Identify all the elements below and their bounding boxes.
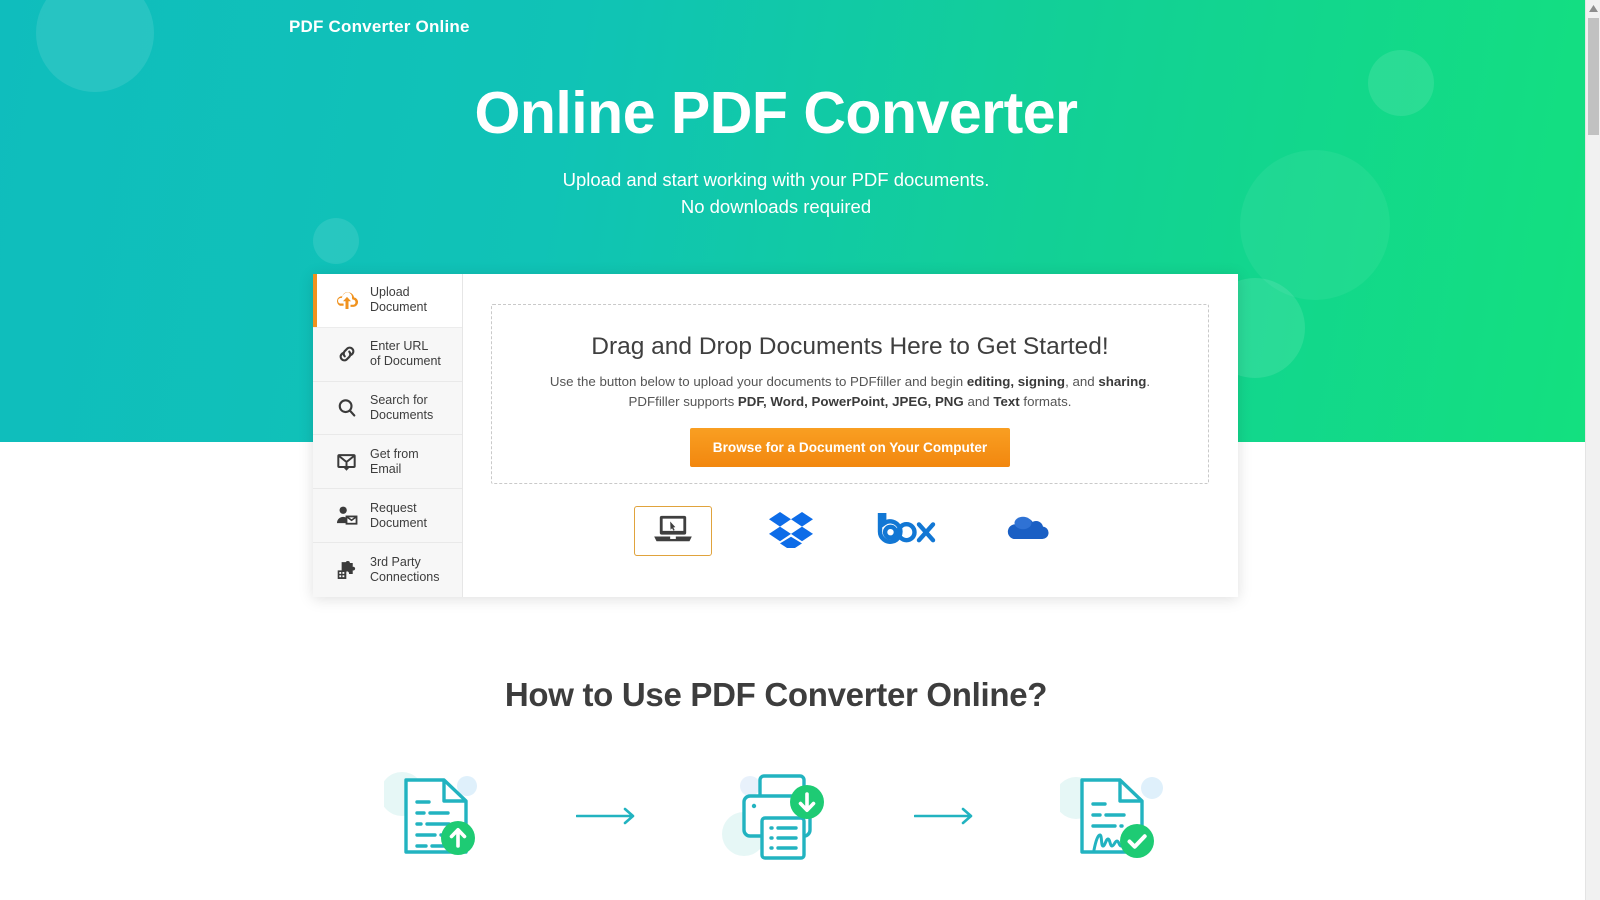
envelope-download-icon xyxy=(333,448,360,475)
step-icon-signed-document xyxy=(1055,762,1168,870)
howto-steps xyxy=(0,762,1552,870)
upload-content: Drag and Drop Documents Here to Get Star… xyxy=(463,274,1238,597)
upload-card: Upload Document Enter URL of Document Se… xyxy=(313,274,1238,597)
sidebar-item-label-line-1: Get from xyxy=(370,446,419,461)
step-arrow-1 xyxy=(570,801,644,831)
desc-1b: editing, signing xyxy=(966,374,1066,389)
drag-drop-zone[interactable]: Drag and Drop Documents Here to Get Star… xyxy=(491,304,1209,484)
cloud-upload-icon xyxy=(333,287,360,314)
laptop-icon xyxy=(652,513,694,550)
box-icon xyxy=(877,511,941,550)
desc-2d: Text xyxy=(993,394,1020,409)
sidebar-item-label-line-1: 3rd Party xyxy=(370,554,421,569)
service-onedrive[interactable] xyxy=(988,506,1066,556)
sidebar-item-label: 3rd Party Connections xyxy=(370,555,440,585)
desc-1c: , and xyxy=(1065,374,1099,389)
scrollbar-thumb[interactable] xyxy=(1588,18,1599,135)
person-envelope-icon xyxy=(333,502,360,529)
sidebar-item-label-line-1: Request xyxy=(370,500,417,515)
puzzle-piece-icon xyxy=(333,556,360,583)
sidebar-item-3rd-party-connections[interactable]: 3rd Party Connections xyxy=(313,543,462,597)
sidebar-item-label: Enter URL of Document xyxy=(370,339,441,369)
upload-source-sidebar: Upload Document Enter URL of Document Se… xyxy=(313,274,463,597)
browser-viewport: PDF Converter Online Online PDF Converte… xyxy=(0,0,1585,900)
step-arrow-2 xyxy=(908,801,982,831)
browser-scrollbar[interactable] xyxy=(1585,0,1600,900)
desc-1a: Use the button below to upload your docu… xyxy=(549,374,967,389)
step-icon-print-download xyxy=(722,762,830,870)
browse-document-button[interactable]: Browse for a Document on Your Computer xyxy=(690,428,1010,467)
sidebar-item-label-line-2: of Document xyxy=(370,354,441,369)
onedrive-icon xyxy=(1001,513,1053,550)
desc-2e: formats. xyxy=(1019,394,1072,409)
desc-1d: sharing xyxy=(1098,374,1147,389)
brand-title: PDF Converter Online xyxy=(289,17,470,36)
sidebar-item-label-line-2: Email xyxy=(370,461,402,476)
sidebar-item-label: Get from Email xyxy=(370,447,419,477)
decorative-circle xyxy=(313,218,359,264)
sidebar-item-request-document[interactable]: Request Document xyxy=(313,489,462,543)
desc-2c: and xyxy=(963,394,994,409)
upload-service-list xyxy=(491,506,1209,556)
hero-subtitle-line-2: No downloads required xyxy=(680,196,872,217)
desc-2a: PDFfiller supports xyxy=(628,394,738,409)
dropbox-icon xyxy=(769,510,813,553)
hero-subtitle-line-1: Upload and start working with your PDF d… xyxy=(562,169,990,190)
howto-title: How to Use PDF Converter Online? xyxy=(504,676,1048,713)
sidebar-item-label-line-2: Document xyxy=(370,515,427,530)
sidebar-item-search-documents[interactable]: Search for Documents xyxy=(313,382,462,436)
desc-2b: PDF, Word, PowerPoint, JPEG, PNG xyxy=(737,394,964,409)
page-title: Online PDF Converter xyxy=(474,80,1078,146)
sidebar-item-label-line-1: Upload xyxy=(370,285,410,300)
service-dropbox[interactable] xyxy=(752,506,830,556)
service-my-computer[interactable] xyxy=(634,506,712,556)
sidebar-item-label: Request Document xyxy=(370,501,427,531)
sidebar-item-label: Search for Documents xyxy=(370,393,433,423)
scroll-up-arrow-icon[interactable] xyxy=(1586,0,1600,17)
link-icon xyxy=(333,341,360,368)
step-icon-upload xyxy=(380,762,492,870)
service-box[interactable] xyxy=(870,506,948,556)
page-root: PDF Converter Online Online PDF Converte… xyxy=(0,0,1600,900)
hero-subtitle: Upload and start working with your PDF d… xyxy=(0,166,1552,220)
sidebar-item-label-line-2: Documents xyxy=(370,407,434,422)
sidebar-item-label-line-2: Connections xyxy=(370,569,440,584)
sidebar-item-enter-url[interactable]: Enter URL of Document xyxy=(313,328,462,382)
dropzone-description: Use the button below to upload your docu… xyxy=(492,372,1208,412)
search-icon xyxy=(333,394,360,421)
dropzone-description-line-1: Use the button below to upload your docu… xyxy=(492,372,1208,392)
sidebar-item-label-line-1: Search for xyxy=(370,392,428,407)
sidebar-item-upload-document[interactable]: Upload Document xyxy=(313,274,462,328)
decorative-circle xyxy=(36,0,154,92)
sidebar-item-get-from-email[interactable]: Get from Email xyxy=(313,435,462,490)
sidebar-item-label: Upload Document xyxy=(370,285,427,315)
sidebar-item-label-line-1: Enter URL xyxy=(370,339,429,354)
sidebar-item-label-line-2: Document xyxy=(370,300,427,315)
dropzone-description-line-2: PDFfiller supports PDF, Word, PowerPoint… xyxy=(492,392,1208,412)
dropzone-title: Drag and Drop Documents Here to Get Star… xyxy=(591,333,1109,360)
desc-1e: . xyxy=(1146,374,1151,389)
